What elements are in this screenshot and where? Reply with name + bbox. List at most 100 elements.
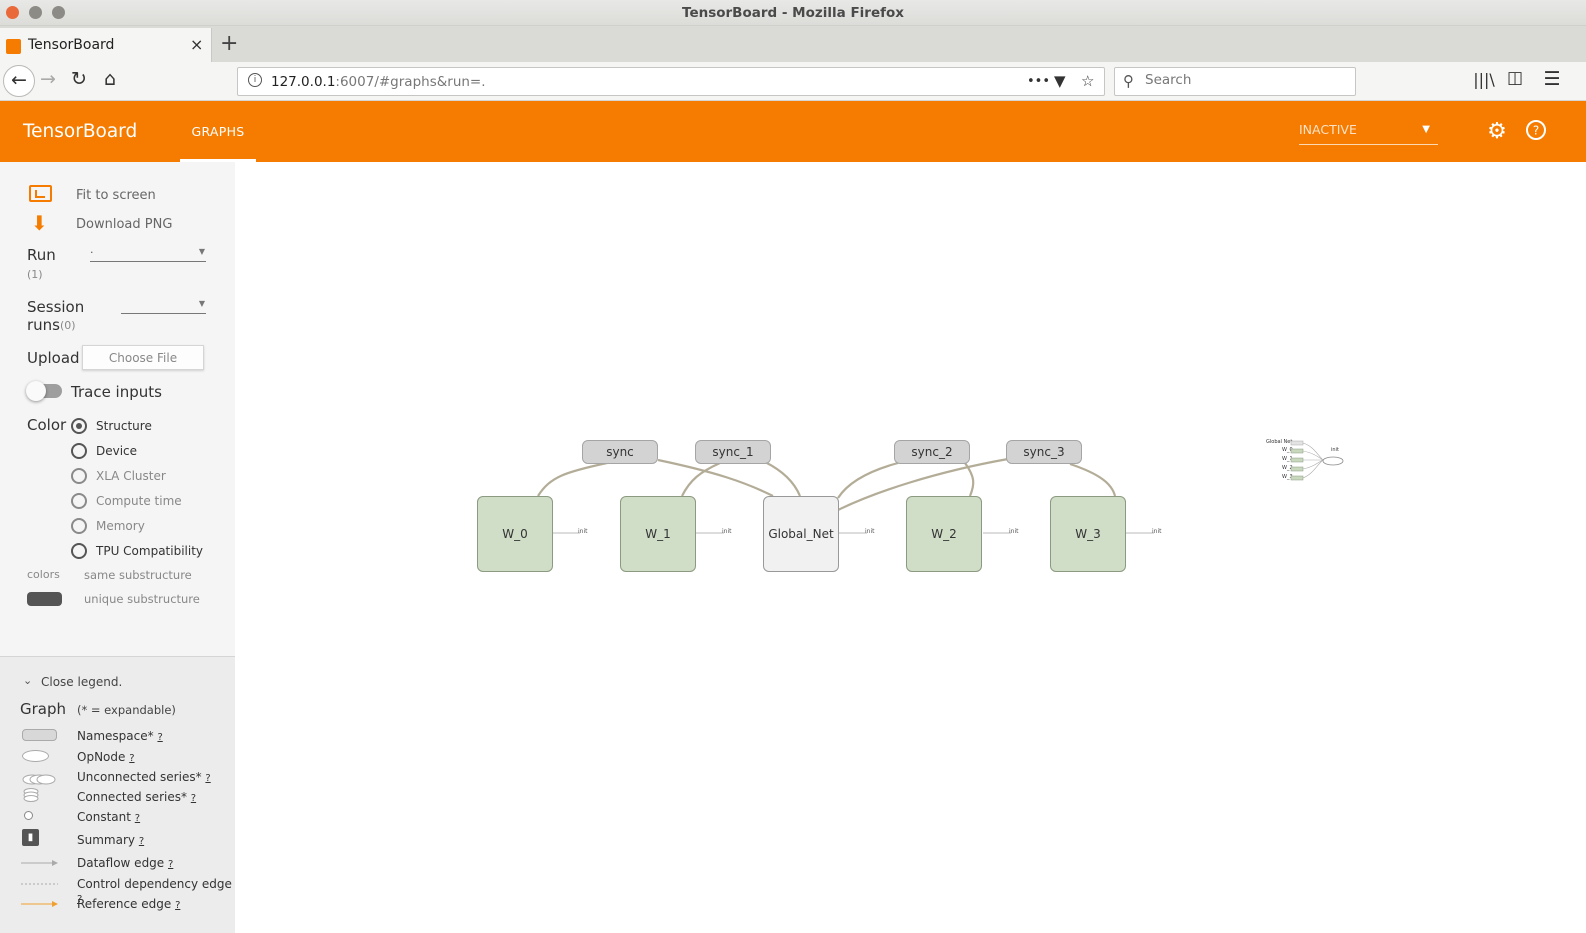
init-label: init	[865, 528, 875, 535]
edge-sync-w0	[537, 461, 608, 497]
bookmark-star-icon[interactable]: ☆	[1081, 72, 1094, 90]
radio-xla-cluster-label[interactable]: XLA Cluster	[96, 469, 166, 483]
run-select[interactable]: . ▼	[90, 243, 206, 262]
choose-file-button[interactable]: Choose File	[82, 345, 204, 370]
run-select-value: .	[90, 243, 94, 256]
inactive-plugins-dropdown[interactable]: INACTIVE ▼	[1299, 122, 1438, 145]
tensorboard-logo[interactable]: TensorBoard	[23, 121, 137, 142]
window-titlebar: TensorBoard - Mozilla Firefox	[0, 0, 1586, 26]
help-link[interactable]: ?	[205, 773, 210, 784]
radio-compute-time[interactable]	[71, 493, 87, 509]
site-info-icon[interactable]: i	[248, 73, 262, 87]
legend-opnode-label: OpNode	[77, 750, 126, 764]
download-icon[interactable]: ⬇	[31, 211, 48, 235]
help-link[interactable]: ?	[175, 900, 180, 911]
help-link[interactable]: ?	[139, 836, 144, 847]
help-link[interactable]: ?	[168, 859, 173, 870]
session-runs-label: Session	[27, 298, 85, 316]
tensorboard-header: TensorBoard GRAPHS INACTIVE ▼ ⚙ ?	[0, 101, 1586, 162]
graph-node-w1[interactable]: W_1	[620, 496, 696, 572]
unconnected-series-symbol-icon	[22, 770, 56, 785]
window-title: TensorBoard - Mozilla Firefox	[682, 5, 904, 21]
home-icon[interactable]: ⌂	[96, 68, 124, 90]
legend-title: Graph	[20, 700, 67, 718]
graph-node-w0[interactable]: W_0	[477, 496, 553, 572]
back-arrow-icon[interactable]: ←	[3, 65, 35, 97]
graph-node-sync-2[interactable]: sync_2	[894, 440, 970, 464]
reload-icon[interactable]: ↻	[65, 68, 93, 90]
url-host: 127.0.0.1	[271, 74, 336, 90]
legend-namespace-label: Namespace*	[77, 729, 154, 743]
graph-node-sync-1[interactable]: sync_1	[695, 440, 771, 464]
graph-node-global-net[interactable]: Global_Net	[763, 496, 839, 572]
help-link[interactable]: ?	[191, 793, 196, 804]
radio-tpu-compatibility[interactable]	[71, 543, 87, 559]
browser-navbar: ← → ↻ ⌂ i 127.0.0.1:6007/#graphs&run=. •…	[0, 62, 1586, 101]
download-png-button[interactable]: Download PNG	[76, 217, 172, 232]
legend-control-dependency-edge-label: Control dependency edge	[77, 877, 232, 891]
settings-gear-icon[interactable]: ⚙	[1484, 119, 1510, 144]
fit-to-screen-button[interactable]: Fit to screen	[76, 188, 156, 203]
chevron-down-icon[interactable]: ⌄	[23, 674, 32, 687]
radio-device[interactable]	[71, 443, 87, 459]
search-box[interactable]: ⚲	[1114, 67, 1356, 96]
search-input[interactable]	[1145, 72, 1345, 88]
url-path: :6007/#graphs&run=.	[335, 74, 486, 90]
legend-subtitle: (* = expandable)	[77, 703, 176, 717]
radio-tpu-compatibility-label[interactable]: TPU Compatibility	[96, 544, 203, 558]
radio-compute-time-label[interactable]: Compute time	[96, 494, 182, 508]
radio-memory[interactable]	[71, 518, 87, 534]
browser-tab[interactable]: TensorBoard ×	[0, 28, 212, 62]
legend-reference-edge: Reference edge ?	[77, 897, 180, 911]
url-bar[interactable]: i 127.0.0.1:6007/#graphs&run=. ••• ▼ ☆	[237, 67, 1105, 96]
close-legend-button[interactable]: Close legend.	[41, 675, 122, 689]
library-icon[interactable]: |||\	[1470, 70, 1498, 89]
trace-inputs-toggle[interactable]	[26, 381, 62, 401]
legend-namespace: Namespace* ?	[77, 729, 163, 743]
graph-canvas[interactable]: sync sync_1 sync_2 sync_3 W_0 W_1 Global…	[235, 162, 1586, 933]
graph-node-w3[interactable]: W_3	[1050, 496, 1126, 572]
summary-symbol-icon: ▮	[22, 829, 39, 846]
legend-summary: Summary ?	[77, 833, 144, 847]
radio-structure-label[interactable]: Structure	[96, 419, 152, 433]
radio-memory-label[interactable]: Memory	[96, 519, 145, 533]
radio-device-label[interactable]: Device	[96, 444, 137, 458]
session-runs-count: (0)	[60, 319, 76, 332]
legend-connected-series-label: Connected series*	[77, 790, 187, 804]
legend-summary-label: Summary	[77, 833, 135, 847]
colors-caption: colors	[27, 568, 60, 581]
help-link[interactable]: ?	[129, 753, 134, 764]
session-runs-select[interactable]: ▼	[121, 299, 206, 314]
help-icon[interactable]: ?	[1523, 119, 1549, 147]
legend-opnode: OpNode ?	[77, 750, 135, 764]
fit-to-screen-icon[interactable]	[29, 185, 52, 202]
graph-node-w2[interactable]: W_2	[906, 496, 982, 572]
hamburger-menu-icon[interactable]: ☰	[1538, 68, 1566, 90]
graph-node-sync[interactable]: sync	[582, 440, 658, 464]
help-link[interactable]: ?	[157, 732, 162, 743]
edge-sync3-w3	[1069, 462, 1117, 497]
session-runs-label-2: runs	[27, 316, 60, 334]
sidebar-toggle-icon[interactable]: ◫	[1501, 68, 1529, 88]
forward-arrow-icon[interactable]: →	[34, 68, 62, 90]
init-label: init	[722, 528, 732, 535]
color-label: Color	[27, 416, 67, 434]
tab-graphs[interactable]: GRAPHS	[180, 101, 256, 162]
graph-minimap[interactable]: Global Net W_0 W_1 W_2 W_3 init	[1265, 438, 1345, 482]
tab-close-icon[interactable]: ×	[190, 35, 203, 54]
new-tab-button[interactable]: +	[220, 31, 238, 56]
url-text[interactable]: 127.0.0.1:6007/#graphs&run=.	[271, 74, 486, 90]
pocket-icon[interactable]: ▼	[1054, 72, 1066, 90]
page-actions-icon[interactable]: •••	[1027, 74, 1050, 89]
tensorboard-favicon-icon	[6, 39, 21, 54]
legend-constant-label: Constant	[77, 810, 131, 824]
radio-structure[interactable]	[71, 418, 87, 434]
graph-node-sync-3[interactable]: sync_3	[1006, 440, 1082, 464]
upload-label: Upload	[27, 349, 80, 367]
unique-substructure-swatch	[27, 592, 62, 606]
radio-xla-cluster[interactable]	[71, 468, 87, 484]
graph-legend: ⌄ Close legend. Graph (* = expandable) ▮…	[0, 656, 235, 933]
same-substructure-label: same substructure	[84, 568, 192, 582]
help-link[interactable]: ?	[135, 813, 140, 824]
caret-down-icon: ▼	[1422, 124, 1430, 135]
